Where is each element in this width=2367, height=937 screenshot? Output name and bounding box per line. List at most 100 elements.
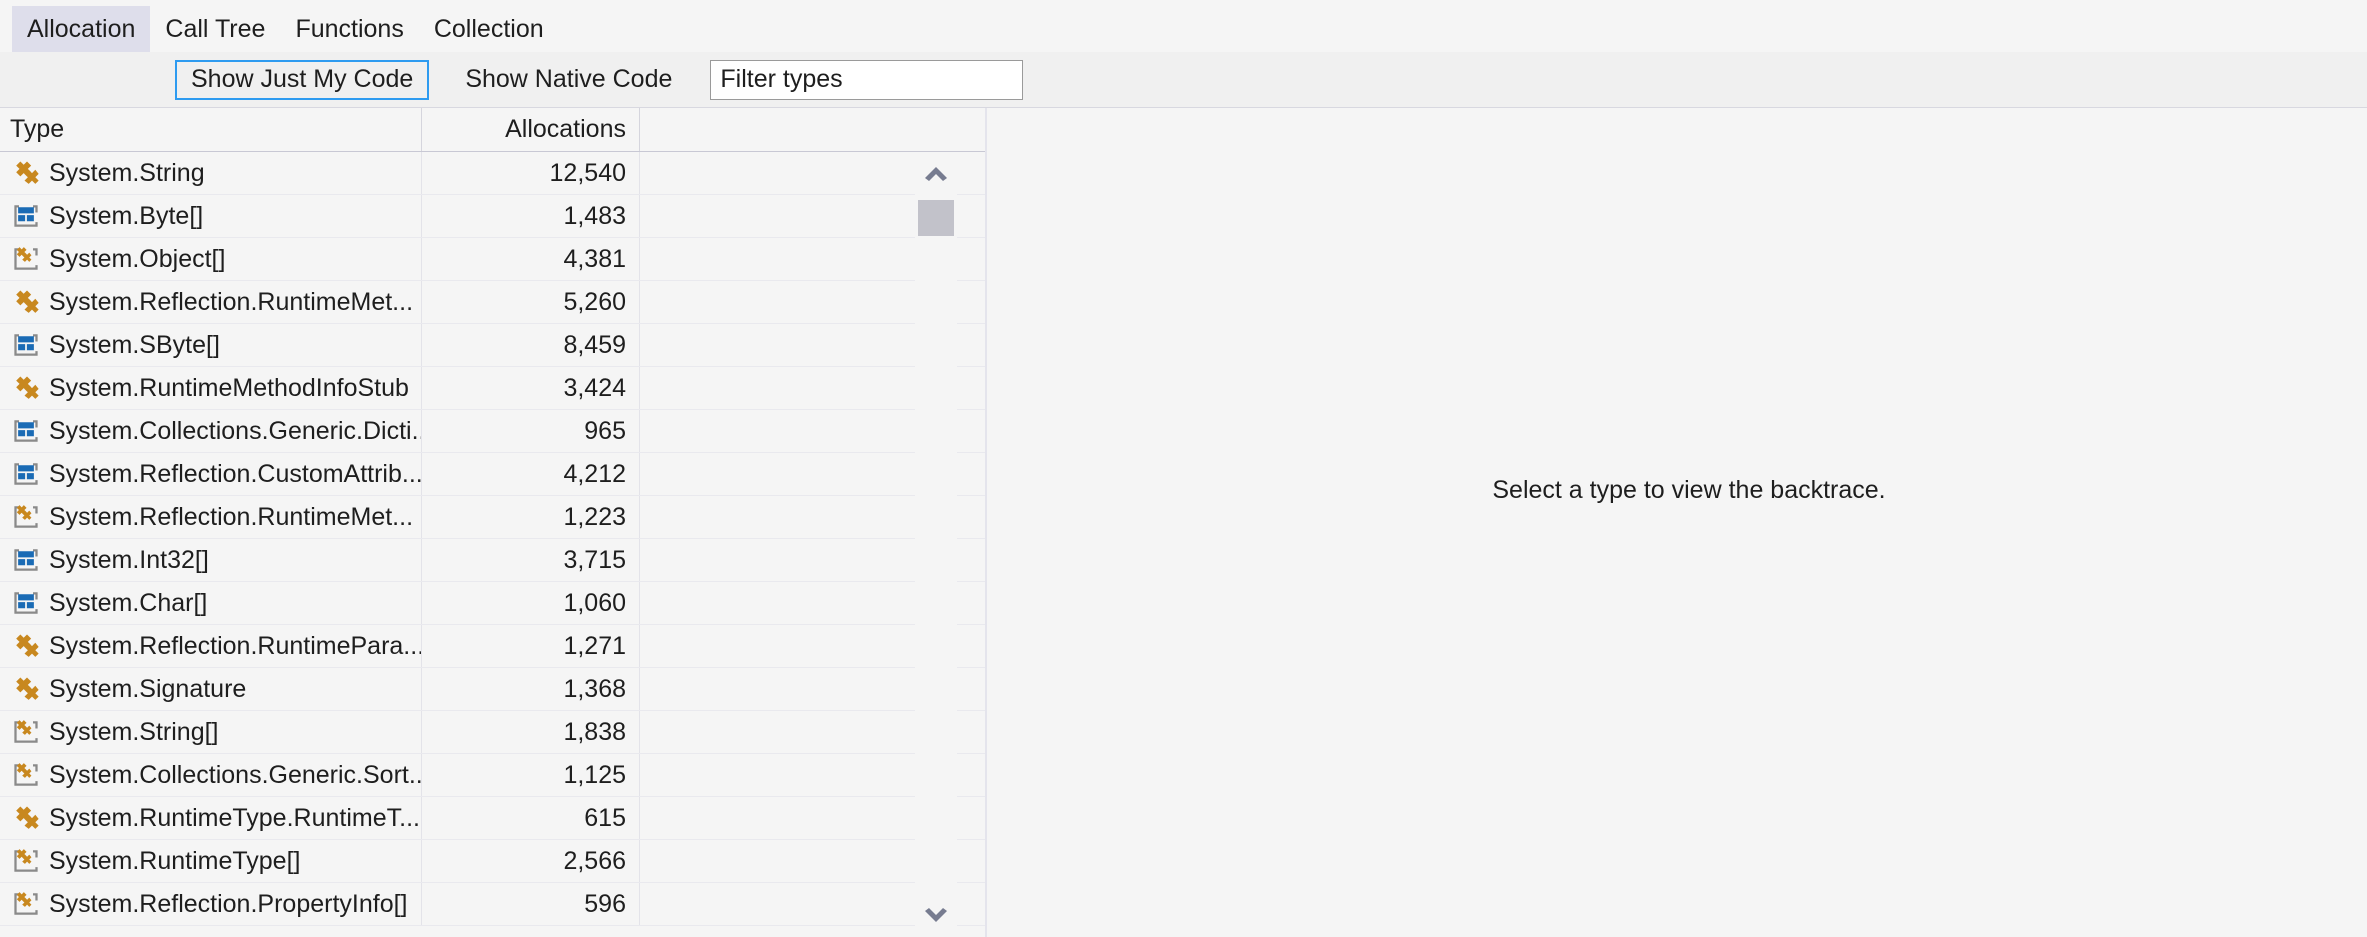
type-name: System.Signature [49,674,247,703]
cell-type[interactable]: System.Reflection.RuntimePara... [0,625,422,667]
cell-type[interactable]: System.RuntimeType.RuntimeT... [0,797,422,839]
table-row[interactable]: System.Reflection.CustomAttrib... 4,212 [0,453,985,496]
cell-allocations: 4,212 [422,453,640,495]
backtrace-pane: Select a type to view the backtrace. [987,108,2367,937]
tab-functions[interactable]: Functions [280,6,418,52]
type-name: System.Reflection.PropertyInfo[] [49,889,408,918]
tab-bar: Allocation Call Tree Functions Collectio… [0,0,2367,52]
show-just-my-code-button[interactable]: Show Just My Code [175,59,430,100]
tab-allocation[interactable]: Allocation [12,6,151,52]
type-name: System.RuntimeMethodInfoStub [49,373,409,402]
cell-type[interactable]: System.Reflection.PropertyInfo[] [0,883,422,925]
class-array-icon [14,720,38,743]
table-row[interactable]: System.Int32[] 3,715 [0,539,985,582]
class-array-icon [14,763,38,786]
cell-type[interactable]: System.Collections.Generic.Dicti... [0,410,422,452]
table-row[interactable]: System.RuntimeMethodInfoStub 3,424 [0,367,985,410]
cell-allocations: 1,125 [422,754,640,796]
type-name: System.RuntimeType.RuntimeT... [49,803,420,832]
table-row[interactable]: System.Char[] 1,060 [0,582,985,625]
cell-allocations: 4,381 [422,238,640,280]
cell-allocations: 596 [422,883,640,925]
column-header-allocations[interactable]: Allocations [422,108,640,151]
class-array-icon [14,849,38,872]
type-name: System.Reflection.RuntimeMet... [49,502,414,531]
struct-array-icon [14,463,38,485]
cell-allocations: 615 [422,797,640,839]
table-row[interactable]: System.Reflection.PropertyInfo[] 596 [0,883,985,926]
cell-allocations: 3,715 [422,539,640,581]
type-name: System.Int32[] [49,545,209,574]
table-row[interactable]: System.String[] 1,838 [0,711,985,754]
struct-array-icon [14,549,38,571]
vertical-scrollbar[interactable] [915,152,957,937]
cell-type[interactable]: System.RuntimeType[] [0,840,422,882]
class-icon [16,290,39,313]
table-row[interactable]: System.Object[] 4,381 [0,238,985,281]
tab-call-tree[interactable]: Call Tree [150,6,280,52]
chevron-down-icon[interactable] [915,895,957,937]
chevron-up-icon[interactable] [915,152,957,194]
table-row[interactable]: System.RuntimeType[] 2,566 [0,840,985,883]
cell-type[interactable]: System.Reflection.CustomAttrib... [0,453,422,495]
type-name: System.RuntimeType[] [49,846,301,875]
filter-types-input[interactable] [710,59,1024,100]
cell-allocations: 1,838 [422,711,640,753]
column-header-type[interactable]: Type [0,108,422,151]
type-name: System.SByte[] [49,330,220,359]
cell-type[interactable]: System.Signature [0,668,422,710]
type-name: System.String [49,158,205,187]
type-name: System.Char[] [49,588,208,617]
cell-allocations: 965 [422,410,640,452]
cell-type[interactable]: System.Reflection.RuntimeMet... [0,496,422,538]
cell-allocations: 1,060 [422,582,640,624]
types-grid-pane: Type Allocations System.String 12,540 Syst… [0,108,985,937]
table-row[interactable]: System.Reflection.RuntimeMet... 5,260 [0,281,985,324]
grid-header-row: Type Allocations [0,108,985,152]
type-name: System.Collections.Generic.Dicti... [49,416,421,445]
class-icon [16,376,39,399]
cell-type[interactable]: System.Int32[] [0,539,422,581]
cell-type[interactable]: System.Collections.Generic.Sort... [0,754,422,796]
table-row[interactable]: System.Reflection.RuntimePara... 1,271 [0,625,985,668]
cell-type[interactable]: System.RuntimeMethodInfoStub [0,367,422,409]
type-name: System.Reflection.RuntimeMet... [49,287,414,316]
class-array-icon [14,892,38,915]
content-area: Type Allocations System.String 12,540 Syst… [0,108,2367,937]
class-icon [16,677,39,700]
type-name: System.String[] [49,717,219,746]
allocation-view-window: Allocation Call Tree Functions Collectio… [0,0,2367,937]
cell-type[interactable]: System.String [0,152,422,194]
tab-collection[interactable]: Collection [419,6,559,52]
cell-allocations: 1,271 [422,625,640,667]
table-row[interactable]: System.SByte[] 8,459 [0,324,985,367]
table-row[interactable]: System.Collections.Generic.Dicti... 965 [0,410,985,453]
table-row[interactable]: System.String 12,540 [0,152,985,195]
table-row[interactable]: System.Reflection.RuntimeMet... 1,223 [0,496,985,539]
cell-allocations: 1,483 [422,195,640,237]
type-name: System.Object[] [49,244,226,273]
scrollbar-thumb[interactable] [918,200,954,236]
cell-allocations: 1,223 [422,496,640,538]
struct-array-icon [14,334,38,356]
cell-type[interactable]: System.Char[] [0,582,422,624]
cell-allocations: 12,540 [422,152,640,194]
cell-type[interactable]: System.Reflection.RuntimeMet... [0,281,422,323]
cell-allocations: 3,424 [422,367,640,409]
cell-type[interactable]: System.SByte[] [0,324,422,366]
table-row[interactable]: System.RuntimeType.RuntimeT... 615 [0,797,985,840]
class-array-icon [14,505,38,528]
scrollbar-track[interactable] [915,194,957,895]
table-row[interactable]: System.Byte[] 1,483 [0,195,985,238]
toolbar-left-spacer [0,79,175,80]
toolbar: Show Just My Code Show Native Code [0,52,2367,108]
cell-type[interactable]: System.Byte[] [0,195,422,237]
struct-array-icon [14,205,38,227]
types-grid-body: System.String 12,540 System.Byte[] 1,483 Sys… [0,152,985,937]
table-row[interactable]: System.Collections.Generic.Sort... 1,125 [0,754,985,797]
table-row[interactable]: System.Signature 1,368 [0,668,985,711]
cell-type[interactable]: System.Object[] [0,238,422,280]
cell-type[interactable]: System.String[] [0,711,422,753]
show-native-code-button[interactable]: Show Native Code [449,60,688,100]
class-icon [16,634,39,657]
